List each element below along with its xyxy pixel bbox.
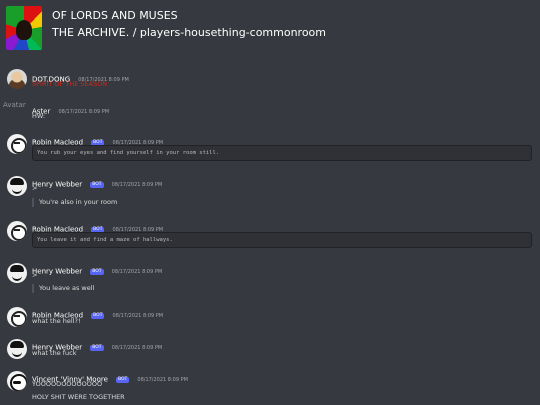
bot-badge: BOT <box>91 312 105 319</box>
message-text: YOOOOOOOOOOOOO <box>32 380 103 388</box>
message-header: Vincent 'Vinny' Moore BOT 08/17/2021 8:0… <box>32 369 188 384</box>
bot-badge: BOT <box>90 181 104 188</box>
message-text: what the fuck <box>32 349 77 357</box>
message-text: what the hell?! <box>32 317 81 325</box>
timestamp: 08/17/2021 8:09 PM <box>112 312 164 319</box>
timestamp: 08/17/2021 8:09 PM <box>111 181 163 188</box>
avatar[interactable] <box>7 371 27 391</box>
message-text: > <box>32 184 38 192</box>
avatar[interactable] <box>7 307 27 327</box>
message-header: Henry Webber BOT 08/17/2021 8:09 PM <box>32 261 163 276</box>
bot-badge: BOT <box>90 344 104 351</box>
server-title: OF LORDS AND MUSES <box>52 9 178 22</box>
message-text: HW: <box>32 112 46 120</box>
message-text: SPIRIT OF THE SEASON <box>32 80 108 88</box>
message-header: Henry Webber BOT 08/17/2021 8:09 PM <box>32 174 163 189</box>
blockquote: You leave as well <box>32 284 94 293</box>
bot-badge: BOT <box>115 376 130 383</box>
timestamp: 08/17/2021 8:09 PM <box>137 376 188 383</box>
bot-badge: BOT <box>90 268 104 275</box>
avatar[interactable]: Avatar <box>3 101 33 113</box>
message-header: Robin Macleod BOT 08/17/2021 8:09 PM <box>32 132 163 147</box>
timestamp: 08/17/2021 8:09 PM <box>111 268 163 275</box>
avatar[interactable] <box>7 221 27 241</box>
avatar[interactable] <box>7 176 27 196</box>
code-block: You rub your eyes and find yourself in y… <box>32 145 532 161</box>
server-avatar-icon <box>6 6 42 50</box>
avatar[interactable] <box>7 339 27 359</box>
blockquote: You're also in your room <box>32 198 117 207</box>
message-header: Robin Macleod BOT 08/17/2021 8:09 PM <box>32 305 164 320</box>
message-header: Henry Webber BOT 08/17/2021 8:09 PM <box>32 337 163 352</box>
message-header: Robin Macleod BOT 08/17/2021 8:09 PM <box>32 219 163 234</box>
avatar[interactable] <box>7 69 27 89</box>
code-block: You leave it and find a maze of hallways… <box>32 232 532 248</box>
message-header: Aster 08/17/2021 8:09 PM <box>32 101 110 116</box>
message-text: > <box>32 271 38 279</box>
chat-header: OF LORDS AND MUSES THE ARCHIVE. / player… <box>0 0 540 60</box>
message-header: DOT.DONG 08/17/2021 8:09 PM <box>32 69 129 84</box>
username[interactable]: Henry Webber <box>32 181 82 189</box>
message-text: HOLY SHIT WERE TOGETHER <box>32 393 125 401</box>
channel-breadcrumb: THE ARCHIVE. / players-housething-common… <box>52 26 327 39</box>
username[interactable]: Henry Webber <box>32 268 82 276</box>
timestamp: 08/17/2021 8:09 PM <box>111 344 163 351</box>
avatar[interactable] <box>7 134 27 154</box>
timestamp: 08/17/2021 8:09 PM <box>58 108 110 115</box>
avatar[interactable] <box>7 263 27 283</box>
